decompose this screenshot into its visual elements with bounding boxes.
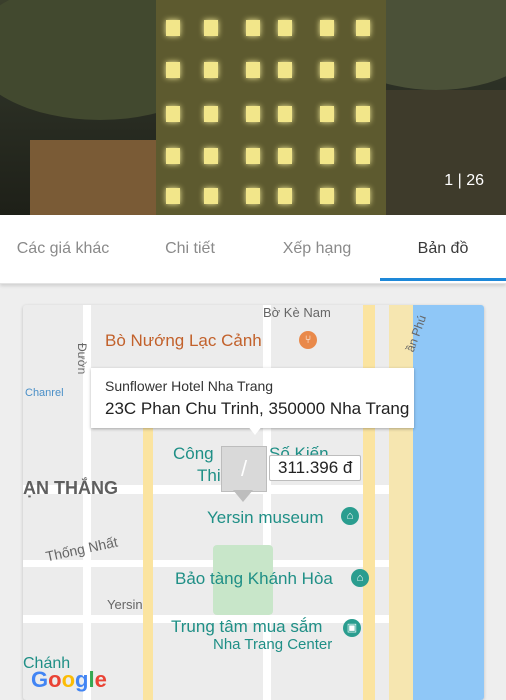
window	[320, 148, 334, 164]
tab-map[interactable]: Bản đồ	[380, 215, 506, 283]
tab-details[interactable]: Chi tiết	[126, 215, 254, 283]
road	[23, 560, 389, 567]
map-label-bo-ke-nam: Bờ Kè Nam	[263, 305, 331, 320]
map-label-yersin: Yersin	[107, 597, 143, 612]
map-label-restaurant: Bò Nướng Lạc Cảnh	[105, 331, 262, 350]
hotel-photo[interactable]: 1 | 26	[0, 0, 506, 215]
map-label-bao-tang: Bảo tàng Khánh Hòa	[175, 569, 333, 588]
beach-area	[389, 305, 415, 700]
window	[204, 188, 218, 204]
bubble-tail	[247, 425, 263, 435]
window	[166, 20, 180, 36]
window	[320, 62, 334, 78]
window	[356, 106, 370, 122]
building-right	[386, 90, 506, 215]
window	[320, 188, 334, 204]
google-logo: Google	[31, 667, 107, 692]
sea-area	[413, 305, 484, 700]
window	[246, 188, 260, 204]
restaurant-icon[interactable]: ⑂	[299, 331, 317, 349]
window	[246, 148, 260, 164]
shopping-icon[interactable]: ▣	[343, 619, 361, 637]
window	[166, 106, 180, 122]
window	[356, 20, 370, 36]
window	[246, 62, 260, 78]
window	[278, 20, 292, 36]
map-card[interactable]: Bờ Kè Nam Bò Nướng Lạc Cảnh ⑂ Đườn ần Ph…	[23, 305, 484, 700]
window	[246, 20, 260, 36]
tab-other-prices[interactable]: Các giá khác	[0, 215, 126, 283]
hotel-address: 23C Phan Chu Trinh, 350000 Nha Trang	[105, 399, 410, 418]
window	[278, 148, 292, 164]
window	[356, 188, 370, 204]
museum-icon[interactable]: ⌂	[351, 569, 369, 587]
map-label-yersin-museum: Yersin museum	[207, 508, 324, 527]
map-label-thi: Thi	[197, 466, 221, 485]
window	[246, 106, 260, 122]
window	[166, 148, 180, 164]
price-tag[interactable]: 311.396 đ	[269, 455, 362, 481]
photo-counter: 1 | 26	[444, 172, 484, 189]
active-tab-indicator	[380, 278, 506, 281]
hotel-building	[156, 0, 386, 215]
hotel-name: Sunflower Hotel Nha Trang	[105, 378, 274, 394]
hotel-pin-icon[interactable]: /	[221, 446, 267, 492]
window	[278, 62, 292, 78]
map-label-nha-trang-center: Nha Trang Center	[213, 636, 333, 653]
window	[166, 188, 180, 204]
pin-tail	[233, 490, 253, 502]
major-road	[143, 425, 153, 700]
map-label-trung-tam: Trung tâm mua sắm	[171, 617, 323, 636]
window	[204, 106, 218, 122]
window	[204, 148, 218, 164]
map-label-van-thang: ẠN THẮNG	[23, 478, 118, 498]
museum-icon[interactable]: ⌂	[341, 507, 359, 525]
window	[204, 20, 218, 36]
tab-ratings[interactable]: Xếp hạng	[254, 215, 380, 283]
hotel-info-bubble[interactable]: Sunflower Hotel Nha Trang 23C Phan Chu T…	[91, 368, 414, 428]
window	[278, 106, 292, 122]
window	[166, 62, 180, 78]
map-label-channel: Chanrel	[25, 387, 64, 399]
map-label-cong: Công	[173, 444, 214, 463]
window	[320, 106, 334, 122]
window	[204, 62, 218, 78]
major-road	[363, 305, 375, 700]
tab-bar: Các giá khác Chi tiết Xếp hạng Bản đồ	[0, 215, 506, 284]
window	[278, 188, 292, 204]
window	[320, 20, 334, 36]
window	[356, 148, 370, 164]
map-label-duong: Đườn	[75, 343, 89, 375]
window	[356, 62, 370, 78]
building-left	[30, 140, 160, 215]
